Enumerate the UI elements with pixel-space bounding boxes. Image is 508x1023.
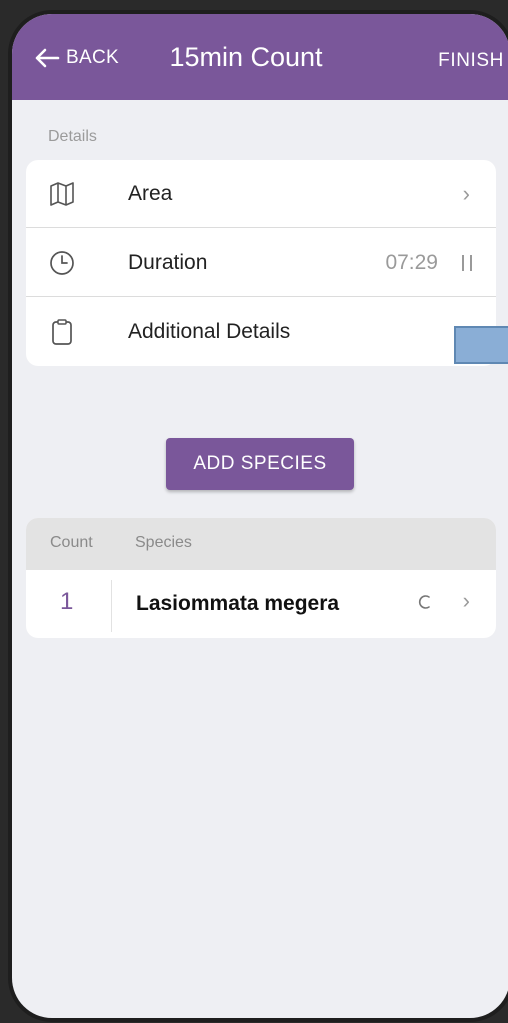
page-title: 15min Count bbox=[169, 42, 323, 72]
map-icon bbox=[50, 182, 74, 206]
app-screen: BACK 15min Count FINISH Details Area › D… bbox=[12, 14, 508, 1018]
finish-button[interactable]: FINISH bbox=[438, 50, 504, 72]
species-count[interactable]: 1 bbox=[60, 588, 73, 616]
chevron-right-icon: › bbox=[462, 588, 470, 613]
clipboard-icon bbox=[52, 319, 72, 345]
additional-details-row[interactable]: Additional Details bbox=[26, 298, 496, 366]
divider bbox=[26, 296, 496, 297]
pause-icon[interactable] bbox=[460, 253, 474, 273]
species-row[interactable]: 1 Lasiommata megera › bbox=[26, 570, 496, 638]
column-header-species: Species bbox=[135, 534, 192, 551]
duration-row[interactable]: Duration 07:29 bbox=[26, 229, 496, 297]
header-bar: BACK 15min Count FINISH bbox=[12, 14, 508, 100]
species-name: Lasiommata megera bbox=[136, 592, 340, 615]
column-divider bbox=[111, 580, 112, 632]
overlay-tab bbox=[454, 326, 508, 364]
divider bbox=[26, 227, 496, 228]
duration-value: 07:29 bbox=[385, 251, 438, 274]
species-table-header: Count Species bbox=[26, 518, 496, 570]
loading-spinner-icon bbox=[418, 595, 430, 609]
column-header-count: Count bbox=[50, 534, 93, 551]
area-row[interactable]: Area › bbox=[26, 160, 496, 228]
duration-label: Duration bbox=[128, 251, 208, 274]
details-card: Area › Duration 07:29 Additional Details bbox=[26, 160, 496, 366]
clock-icon bbox=[50, 251, 74, 275]
additional-details-label: Additional Details bbox=[128, 320, 291, 343]
area-label: Area bbox=[128, 182, 173, 205]
details-section-label: Details bbox=[48, 128, 97, 145]
species-list-card: Count Species 1 Lasiommata megera › bbox=[26, 518, 496, 638]
chevron-right-icon: › bbox=[462, 181, 470, 206]
device-frame: BACK 15min Count FINISH Details Area › D… bbox=[8, 10, 508, 1022]
add-species-button[interactable]: ADD SPECIES bbox=[166, 438, 354, 490]
